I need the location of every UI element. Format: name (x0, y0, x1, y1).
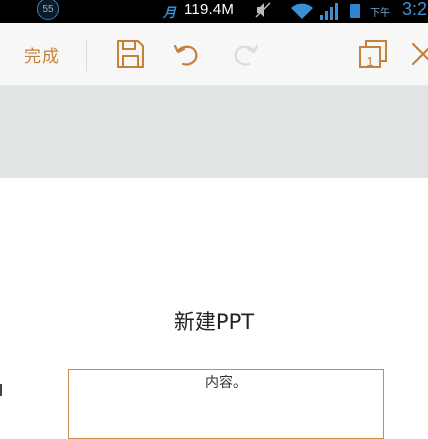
save-icon[interactable] (114, 38, 146, 70)
canvas-background (0, 86, 428, 178)
done-button[interactable]: 完成 (24, 42, 60, 67)
vibrate-mute-icon (255, 2, 271, 18)
wifi-icon (291, 3, 313, 19)
battery-icon (350, 4, 360, 18)
toolbar-divider (86, 39, 87, 71)
content-placeholder-text: 内容。 (205, 375, 247, 391)
edge-marker (0, 384, 2, 396)
slide-title[interactable]: 新建PPT (0, 306, 428, 336)
ampm-label: 下午 (370, 8, 390, 19)
undo-icon[interactable] (172, 39, 202, 69)
status-bar: 55 月 119.4M 下午 3:2 (0, 0, 428, 23)
network-speed: 119.4M (184, 1, 235, 18)
notification-count-badge: 55 (37, 0, 59, 20)
slide-number: 1 (366, 54, 374, 69)
clock-time: 3:2 (402, 0, 428, 19)
redo-icon[interactable] (230, 39, 260, 69)
editor-toolbar: 完成 1 (0, 23, 428, 86)
slide-canvas: 新建PPT 内容。 (0, 178, 428, 439)
signal-strength-icon (320, 3, 338, 20)
close-icon[interactable] (410, 41, 428, 67)
sim-indicator-icon: 月 (163, 5, 177, 20)
